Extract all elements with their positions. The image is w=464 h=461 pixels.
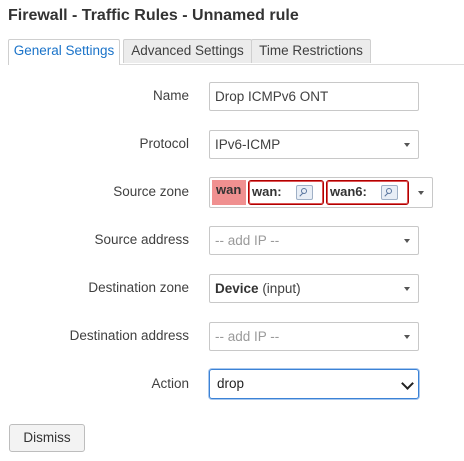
destination-zone-label: Destination zone <box>88 280 189 295</box>
destination-address-placeholder: -- add IP -- <box>215 329 280 344</box>
action-label: Action <box>151 376 189 391</box>
action-select[interactable]: drop <box>209 369 419 399</box>
network-icon <box>296 185 313 200</box>
name-label: Name <box>152 88 189 103</box>
destination-zone-value: Device <box>215 281 259 296</box>
chevron-down-icon[interactable] <box>410 178 432 207</box>
network-chip-label: wan6: <box>330 184 367 199</box>
destination-address-label: Destination address <box>69 328 189 343</box>
tab-bar: General Settings Advanced Settings Time … <box>8 39 464 65</box>
source-zone-label: Source zone <box>113 184 189 199</box>
destination-zone-dropdown[interactable]: Device (input) <box>209 274 419 303</box>
network-chip-wan: wan: <box>248 180 324 205</box>
network-chip-wan6: wan6: <box>326 180 409 205</box>
source-address-dropdown[interactable]: -- add IP -- <box>209 226 419 255</box>
page-title: Firewall - Traffic Rules - Unnamed rule <box>8 7 299 24</box>
tab-time-restrictions[interactable]: Time Restrictions <box>251 39 371 63</box>
destination-address-dropdown[interactable]: -- add IP -- <box>209 322 419 351</box>
source-zone-dropdown[interactable]: wan wan: wan6: <box>209 177 433 208</box>
protocol-dropdown[interactable]: IPv6-ICMP <box>209 130 419 159</box>
tab-advanced-settings[interactable]: Advanced Settings <box>123 39 252 63</box>
tab-general-settings[interactable]: General Settings <box>8 39 120 65</box>
network-icon <box>381 185 398 200</box>
name-input[interactable]: Drop ICMPv6 ONT <box>209 82 419 111</box>
destination-zone-suffix: (input) <box>262 281 301 296</box>
source-address-label: Source address <box>94 232 189 247</box>
source-address-placeholder: -- add IP -- <box>215 233 280 248</box>
action-value: drop <box>217 376 245 391</box>
zone-badge-wan: wan <box>212 180 246 205</box>
chevron-down-icon <box>401 377 414 390</box>
dismiss-button[interactable]: Dismiss <box>9 424 85 452</box>
protocol-label: Protocol <box>139 136 189 151</box>
network-chip-label: wan: <box>252 184 282 199</box>
